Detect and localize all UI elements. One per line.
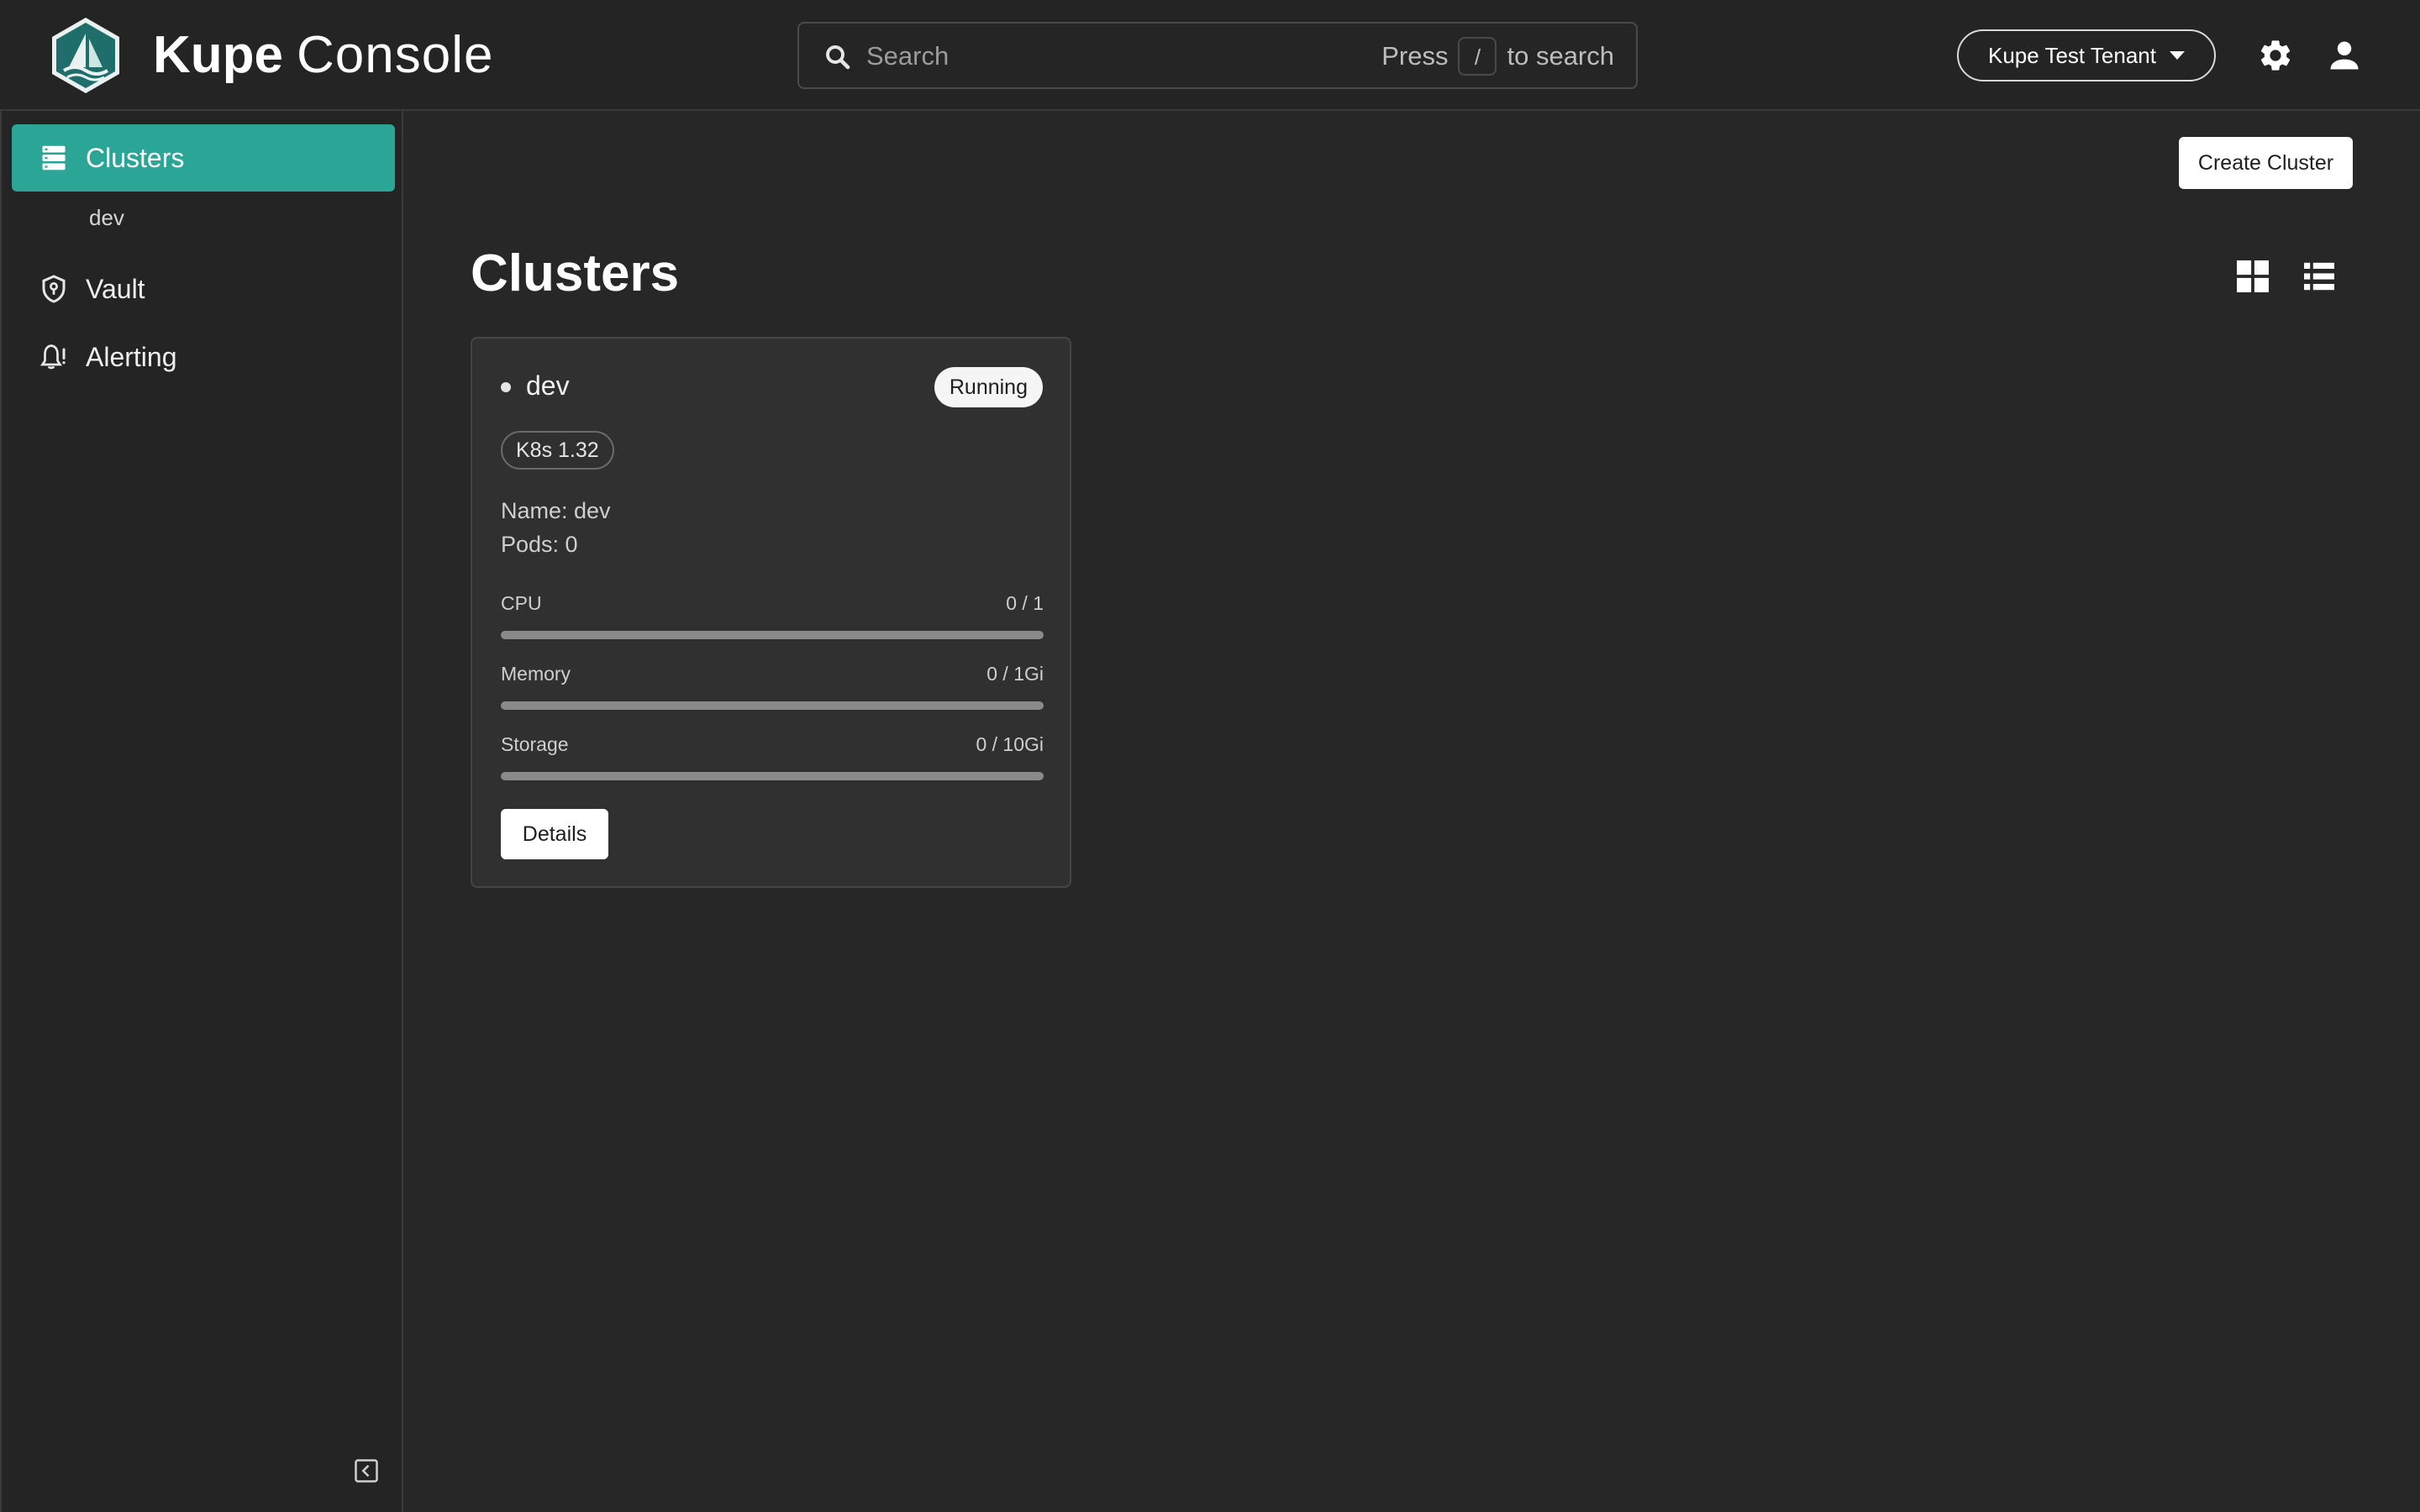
caret-down-icon bbox=[2169, 51, 2185, 60]
tenant-selector[interactable]: Kupe Test Tenant bbox=[1957, 29, 2216, 81]
sidebar-item-label: Alerting bbox=[86, 341, 177, 372]
brand-name-light: Console bbox=[297, 26, 494, 84]
shield-key-icon bbox=[42, 275, 66, 303]
cluster-name: dev bbox=[526, 370, 570, 401]
resource-label: Storage bbox=[501, 733, 569, 755]
collapse-sidebar-icon[interactable] bbox=[354, 1458, 379, 1483]
page-title: Clusters bbox=[471, 244, 680, 302]
sidebar-item-label: Clusters bbox=[86, 142, 185, 173]
tenant-label: Kupe Test Tenant bbox=[1988, 42, 2156, 68]
version-chip: K8s 1.32 bbox=[501, 431, 614, 470]
search-input[interactable] bbox=[866, 35, 1337, 77]
sidebar: Clusters dev Vault Alerting bbox=[0, 111, 403, 1512]
brand-title: Kupe Console bbox=[153, 24, 493, 87]
search-hint-suffix: to search bbox=[1507, 41, 1614, 71]
gear-icon[interactable] bbox=[2257, 37, 2294, 74]
resource-label: Memory bbox=[501, 663, 571, 685]
cluster-card: dev Running K8s 1.32 Name: dev Pods: 0 C… bbox=[471, 337, 1071, 888]
resource-usage-bar bbox=[501, 772, 1044, 780]
sidebar-item-label: Vault bbox=[86, 273, 145, 304]
status-badge: Running bbox=[934, 367, 1043, 407]
sidebar-item-alerting[interactable]: Alerting bbox=[12, 323, 395, 391]
grid-view-icon[interactable] bbox=[2237, 260, 2269, 292]
list-view-icon[interactable] bbox=[2304, 262, 2334, 291]
search-shortcut-hint: Press / to search bbox=[1381, 35, 1614, 77]
resource-value: 0 / 10Gi bbox=[976, 733, 1044, 755]
sidebar-item-vault[interactable]: Vault bbox=[12, 255, 395, 323]
cluster-meta-name: Name: dev bbox=[501, 498, 611, 523]
kupe-logo-icon[interactable] bbox=[47, 15, 124, 96]
resource-usage-bar bbox=[501, 631, 1044, 639]
search-icon bbox=[826, 45, 850, 70]
top-header: KupeConsole Press / to search Kupe Test … bbox=[0, 0, 2420, 111]
details-button[interactable]: Details bbox=[501, 809, 608, 859]
sidebar-subitem-dev[interactable]: dev bbox=[89, 205, 124, 231]
resource-label: CPU bbox=[501, 592, 542, 614]
create-cluster-button[interactable]: Create Cluster bbox=[2179, 137, 2353, 189]
brand-name-bold: Kupe bbox=[153, 26, 283, 84]
search-box[interactable]: Press / to search bbox=[797, 22, 1638, 89]
app-root: KupeConsole Press / to search Kupe Test … bbox=[0, 0, 2420, 1512]
cluster-status-dot bbox=[501, 382, 511, 392]
search-shortcut-key: / bbox=[1458, 37, 1497, 76]
sidebar-item-clusters[interactable]: Clusters bbox=[12, 124, 395, 192]
resource-value: 0 / 1 bbox=[1006, 592, 1044, 614]
user-account-icon[interactable] bbox=[2326, 37, 2363, 74]
bell-alert-icon bbox=[39, 344, 66, 370]
cluster-meta-pods: Pods: 0 bbox=[501, 532, 578, 557]
server-stack-icon bbox=[42, 145, 66, 171]
search-hint-prefix: Press bbox=[1381, 41, 1449, 71]
resource-value: 0 / 1Gi bbox=[986, 663, 1044, 685]
resource-usage-bar bbox=[501, 701, 1044, 710]
